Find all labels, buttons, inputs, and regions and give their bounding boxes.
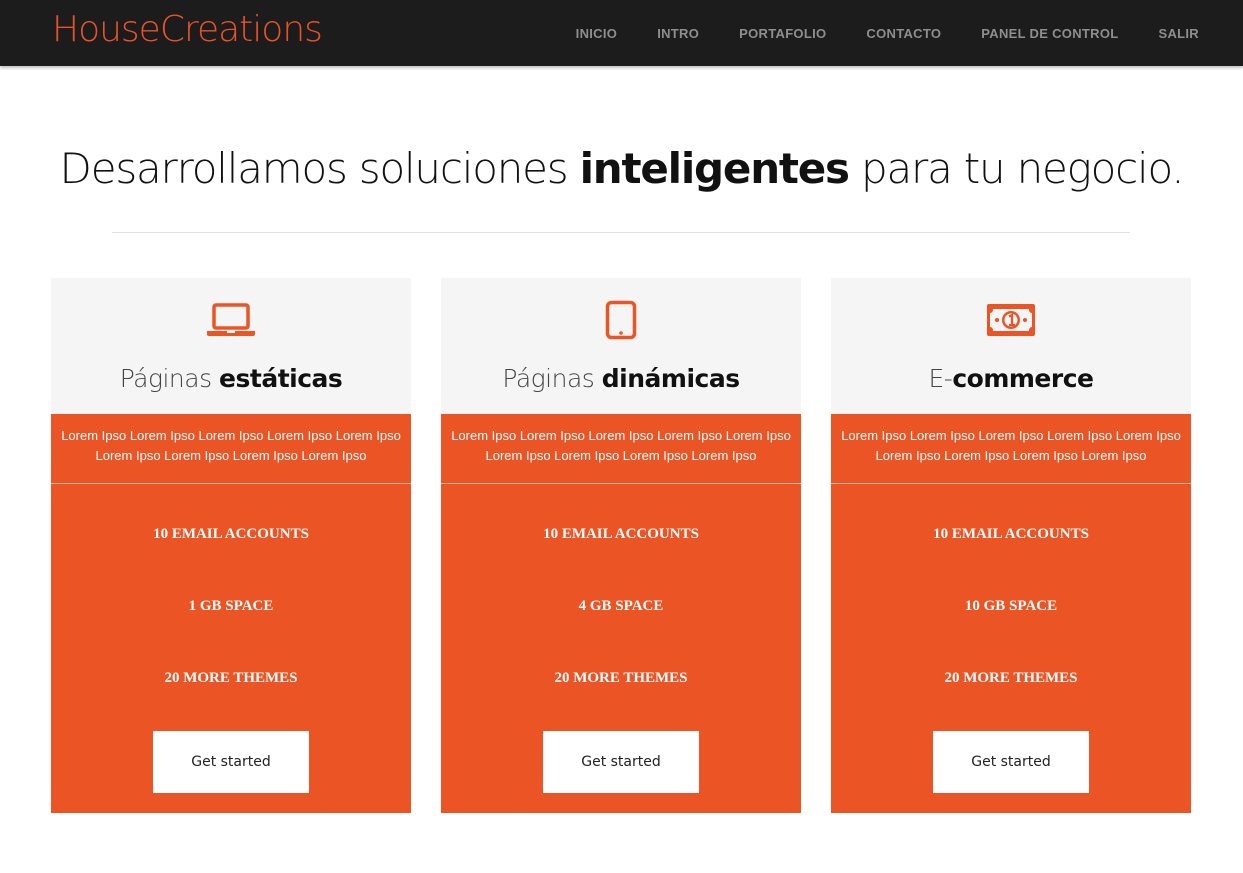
card-title-bold: estáticas — [219, 364, 343, 393]
nav-link-portafolio[interactable]: PORTAFOLIO — [739, 26, 826, 41]
feature-email-accounts: 10 EMAIL ACCOUNTS — [543, 526, 699, 542]
top-navbar: HouseCreations INICIO INTRO PORTAFOLIO C… — [0, 0, 1243, 66]
money-bill-icon — [831, 300, 1191, 340]
hero-text-part1: Desarrollamos soluciones — [59, 144, 580, 193]
hero-text-part2: para tu negocio. — [848, 144, 1185, 193]
nav-link-contacto[interactable]: CONTACTO — [866, 26, 941, 41]
feature-email-accounts: 10 EMAIL ACCOUNTS — [153, 526, 309, 542]
card-description: Lorem Ipso Lorem Ipso Lorem Ipso Lorem I… — [441, 414, 801, 484]
nav-link-panel-de-control[interactable]: PANEL DE CONTROL — [981, 26, 1118, 41]
hero-headline: Desarrollamos soluciones inteligentes pa… — [0, 144, 1243, 193]
card-title: Páginas dinámicas — [441, 364, 801, 393]
hero-text-bold: inteligentes — [579, 144, 850, 193]
pricing-card-dynamic: Páginas dinámicas Lorem Ipso Lorem Ipso … — [441, 278, 801, 813]
brand-logo[interactable]: HouseCreations — [52, 9, 323, 50]
hero-divider — [112, 232, 1130, 233]
feature-storage-space: 1 GB SPACE — [188, 598, 274, 614]
feature-themes: 20 MORE THEMES — [944, 670, 1078, 686]
main-nav: INICIO INTRO PORTAFOLIO CONTACTO PANEL D… — [576, 0, 1199, 66]
feature-email-accounts: 10 EMAIL ACCOUNTS — [933, 526, 1089, 542]
tablet-icon — [441, 300, 801, 340]
get-started-button[interactable]: Get started — [543, 731, 699, 793]
nav-link-intro[interactable]: INTRO — [657, 26, 699, 41]
feature-storage-space: 10 GB SPACE — [964, 598, 1058, 614]
card-title: E-commerce — [831, 364, 1191, 393]
card-title-light: E- — [928, 364, 953, 393]
card-title-light: Páginas — [119, 364, 220, 393]
card-header: Páginas estáticas — [51, 278, 411, 414]
nav-link-salir[interactable]: SALIR — [1159, 26, 1200, 41]
pricing-card-static: Páginas estáticas Lorem Ipso Lorem Ipso … — [51, 278, 411, 813]
feature-storage-space: 4 GB SPACE — [578, 598, 664, 614]
get-started-button[interactable]: Get started — [933, 731, 1089, 793]
card-description: Lorem Ipso Lorem Ipso Lorem Ipso Lorem I… — [51, 414, 411, 484]
card-header: Páginas dinámicas — [441, 278, 801, 414]
get-started-button[interactable]: Get started — [153, 731, 309, 793]
pricing-card-ecommerce: E-commerce Lorem Ipso Lorem Ipso Lorem I… — [831, 278, 1191, 813]
card-title-bold: commerce — [952, 364, 1094, 393]
laptop-icon — [51, 300, 411, 340]
card-title-light: Páginas — [502, 364, 602, 393]
nav-link-inicio[interactable]: INICIO — [576, 26, 618, 41]
card-header: E-commerce — [831, 278, 1191, 414]
feature-themes: 20 MORE THEMES — [164, 670, 298, 686]
card-title: Páginas estáticas — [51, 364, 411, 393]
card-title-bold: dinámicas — [601, 364, 740, 393]
feature-themes: 20 MORE THEMES — [554, 670, 688, 686]
card-description: Lorem Ipso Lorem Ipso Lorem Ipso Lorem I… — [831, 414, 1191, 484]
